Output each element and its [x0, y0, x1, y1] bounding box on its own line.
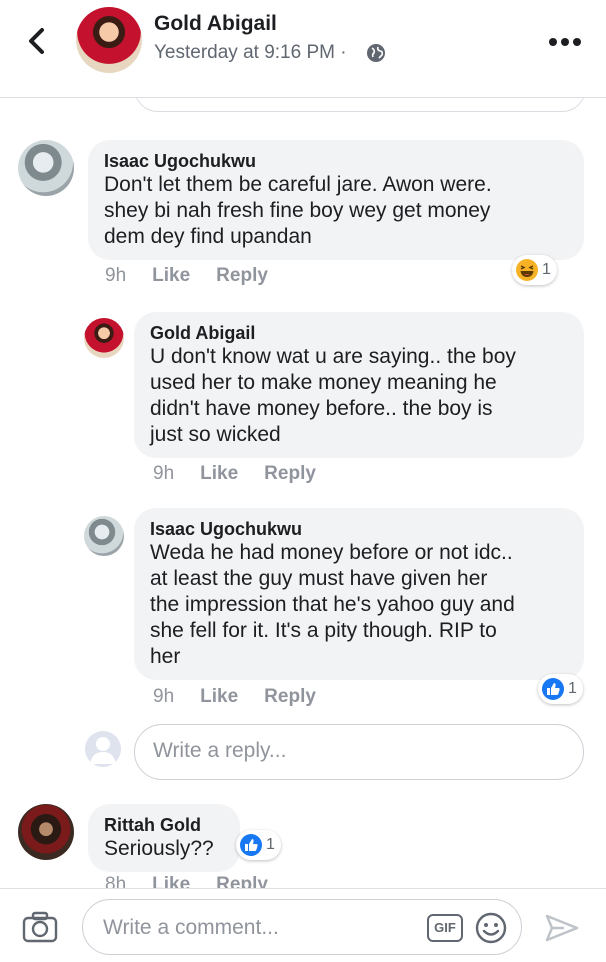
comment-bubble: Rittah Gold Seriously??: [88, 804, 240, 872]
comment-bubble: Isaac Ugochukwu Don't let them be carefu…: [88, 140, 584, 260]
comment-bubble: Gold Abigail U don't know wat u are sayi…: [134, 312, 584, 458]
more-icon[interactable]: [548, 36, 582, 48]
like-button[interactable]: Like: [200, 463, 238, 484]
comment-input[interactable]: Write a comment... GIF: [82, 899, 522, 955]
commenter-avatar[interactable]: [84, 516, 124, 556]
comment-line: U don't know wat u are saying.. the boy: [150, 345, 516, 368]
commenter-avatar[interactable]: [18, 140, 74, 196]
author-name[interactable]: Gold Abigail: [154, 12, 277, 36]
commenter-avatar[interactable]: [18, 804, 74, 860]
reaction-badge[interactable]: 1: [236, 830, 281, 860]
like-icon: [240, 834, 262, 856]
reaction-count: 1: [266, 836, 275, 853]
comment-actions: 9h Like Reply: [153, 686, 342, 708]
reaction-badge[interactable]: 1: [512, 255, 557, 285]
haha-icon: [516, 259, 538, 281]
comment-line: used her to make money meaning he: [150, 371, 497, 394]
comment-author[interactable]: Isaac Ugochukwu: [104, 150, 568, 172]
reply-button[interactable]: Reply: [264, 686, 316, 707]
reaction-count: 1: [542, 261, 551, 278]
reply-button[interactable]: Reply: [216, 265, 268, 286]
comment-author[interactable]: Rittah Gold: [104, 814, 224, 836]
send-icon[interactable]: [544, 913, 580, 943]
globe-icon: [367, 44, 385, 62]
comment-composer-bar: Write a comment... GIF: [0, 888, 606, 962]
comment-actions: 9h Like Reply: [153, 463, 342, 485]
comment-author[interactable]: Isaac Ugochukwu: [150, 518, 568, 540]
post-timestamp[interactable]: Yesterday at 9:16 PM ·: [154, 42, 347, 64]
comment-actions: 9h Like Reply: [105, 265, 294, 287]
comment-time[interactable]: 9h: [153, 686, 174, 707]
comment-line: Weda he had money before or not idc..: [150, 541, 513, 564]
reaction-badge[interactable]: 1: [538, 674, 583, 704]
commenter-avatar[interactable]: [84, 318, 124, 358]
author-avatar[interactable]: [76, 7, 142, 73]
comment-time[interactable]: 9h: [105, 265, 126, 286]
comment-line: dem dey find upandan: [104, 225, 312, 248]
comment-line: the impression that he's yahoo guy and: [150, 593, 515, 616]
back-icon[interactable]: [22, 24, 52, 58]
like-button[interactable]: Like: [152, 265, 190, 286]
comment-author[interactable]: Gold Abigail: [150, 322, 568, 344]
comment-line: at least the guy must have given her: [150, 567, 488, 590]
like-icon: [542, 678, 564, 700]
comment-line: Seriously??: [104, 837, 214, 860]
comment-line: Don't let them be careful jare. Awon wer…: [104, 173, 492, 196]
smiley-icon[interactable]: [475, 912, 507, 944]
reply-input[interactable]: Write a reply...: [134, 724, 584, 780]
comment-line: her: [150, 645, 181, 668]
post-header: Gold Abigail Yesterday at 9:16 PM ·: [0, 0, 606, 98]
ghost-avatar-icon: [85, 731, 121, 767]
comment-time[interactable]: 9h: [153, 463, 174, 484]
camera-icon[interactable]: [22, 911, 58, 943]
comment-placeholder: Write a comment...: [103, 916, 279, 939]
reaction-count: 1: [568, 680, 577, 697]
comment-line: just so wicked: [150, 423, 281, 446]
comment-line: didn't have money before.. the boy is: [150, 397, 493, 420]
gif-button[interactable]: GIF: [427, 914, 463, 942]
reply-button[interactable]: Reply: [264, 463, 316, 484]
like-button[interactable]: Like: [200, 686, 238, 707]
comment-line: she fell for it. It's a pity though. RIP…: [150, 619, 497, 642]
comment-bubble: Isaac Ugochukwu Weda he had money before…: [134, 508, 584, 680]
comment-line: shey bi nah fresh fine boy wey get money: [104, 199, 491, 222]
